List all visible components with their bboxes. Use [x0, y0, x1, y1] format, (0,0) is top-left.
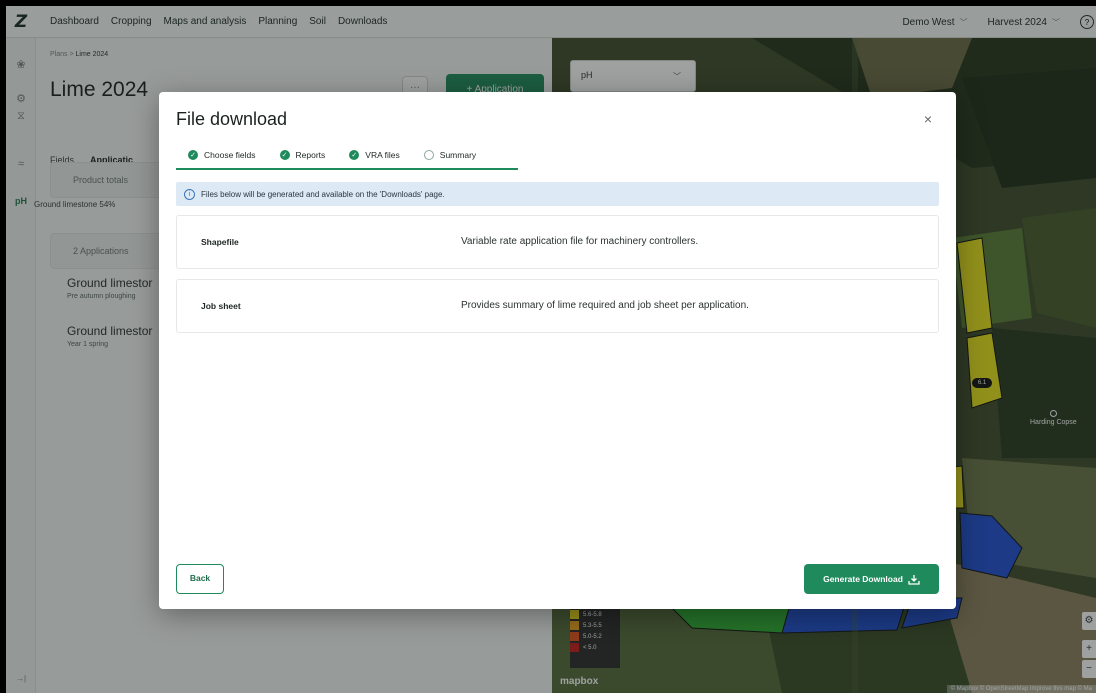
file-row-shapefile[interactable]: Shapefile Variable rate application file…	[176, 215, 939, 269]
info-icon: i	[184, 188, 195, 200]
close-icon[interactable]: ×	[924, 112, 932, 126]
step-reports[interactable]: ✓ Reports	[279, 150, 326, 160]
generate-download-button[interactable]: Generate Download	[804, 564, 939, 594]
download-icon	[908, 574, 920, 585]
step-vra-files[interactable]: ✓ VRA files	[349, 150, 400, 160]
step-choose-fields[interactable]: ✓ Choose fields	[188, 150, 256, 160]
generate-download-label: Generate Download	[823, 574, 903, 584]
check-circle-icon: ✓	[188, 150, 198, 160]
file-row-job-sheet[interactable]: Job sheet Provides summary of lime requi…	[176, 279, 939, 333]
check-circle-icon: ✓	[279, 150, 290, 160]
file-name: Shapefile	[201, 237, 239, 247]
step-label: Choose fields	[204, 150, 256, 160]
download-steps: ✓ Choose fields ✓ Reports ✓ VRA files Su…	[176, 142, 518, 170]
step-summary[interactable]: Summary	[423, 150, 477, 160]
back-button[interactable]: Back	[176, 564, 224, 594]
step-label: Reports	[295, 150, 326, 160]
file-download-dialog: File download × ✓ Choose fields ✓ Report…	[159, 92, 956, 609]
empty-circle-icon	[423, 150, 434, 160]
file-description: Variable rate application file for machi…	[461, 236, 699, 247]
info-banner: i Files below will be generated and avai…	[176, 182, 939, 206]
step-label: VRA files	[365, 150, 400, 160]
file-description: Provides summary of lime required and jo…	[461, 300, 749, 311]
dialog-title: File download	[176, 109, 288, 129]
file-name: Job sheet	[201, 301, 241, 311]
check-circle-icon: ✓	[349, 150, 360, 160]
info-text: Files below will be generated and availa…	[201, 189, 445, 199]
step-label: Summary	[439, 150, 477, 160]
